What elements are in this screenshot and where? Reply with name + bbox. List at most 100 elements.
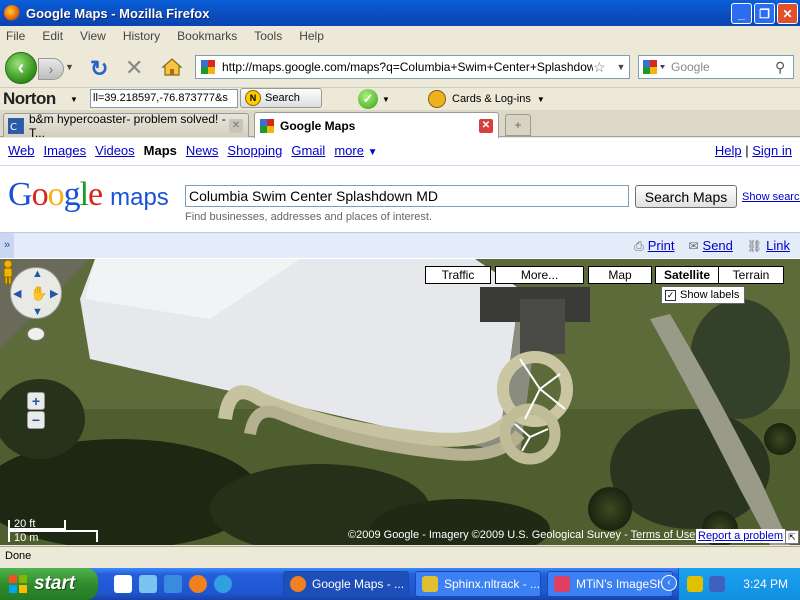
- maximize-button[interactable]: ❐: [754, 3, 775, 24]
- gbar-shopping[interactable]: Shopping: [227, 143, 282, 158]
- collapse-panel-icon[interactable]: »: [0, 233, 14, 258]
- menu-bookmarks[interactable]: Bookmarks: [177, 29, 237, 43]
- link-action[interactable]: ⛓ Link: [747, 238, 790, 254]
- messenger-icon[interactable]: [139, 575, 157, 593]
- back-button[interactable]: ‹: [5, 52, 37, 84]
- menu-tools[interactable]: Tools: [254, 29, 282, 43]
- start-button[interactable]: start: [0, 568, 98, 600]
- norton-search-input[interactable]: ll=39.218597,-76.873777&s: [90, 89, 238, 108]
- tab-google-maps[interactable]: Google Maps ✕: [254, 112, 499, 138]
- new-tab-button[interactable]: +: [505, 114, 531, 136]
- gbar-videos[interactable]: Videos: [95, 143, 135, 158]
- pegman-icon[interactable]: [0, 259, 16, 285]
- link-link[interactable]: Link: [766, 238, 790, 253]
- print-action[interactable]: ⎙ Print: [634, 238, 674, 254]
- network-tray-icon[interactable]: [709, 576, 725, 592]
- gbar-web[interactable]: Web: [8, 143, 35, 158]
- help-icon[interactable]: [114, 575, 132, 593]
- search-bar[interactable]: Google ⚲: [638, 55, 794, 79]
- url-text[interactable]: http://maps.google.com/maps?q=Columbia+S…: [222, 60, 593, 74]
- reload-icon[interactable]: ↻: [90, 56, 108, 82]
- norton-tray-icon[interactable]: [687, 576, 703, 592]
- minimize-button[interactable]: _: [731, 3, 752, 24]
- home-icon[interactable]: [160, 55, 184, 79]
- close-button[interactable]: ✕: [777, 3, 798, 24]
- norton-search-button[interactable]: N Search: [240, 88, 322, 108]
- tray-expand-icon[interactable]: ‹: [661, 575, 677, 591]
- norton-logo[interactable]: Norton: [3, 89, 56, 109]
- send-link[interactable]: Send: [703, 238, 733, 253]
- bookmark-star-icon[interactable]: ☆: [593, 59, 613, 76]
- reset-view-icon[interactable]: [27, 327, 45, 341]
- menu-help[interactable]: Help: [299, 29, 324, 43]
- gbar-news[interactable]: News: [186, 143, 219, 158]
- send-action[interactable]: ✉ Send: [688, 238, 732, 254]
- safe-web-dropdown-icon[interactable]: ▼: [382, 95, 390, 104]
- address-bar[interactable]: http://maps.google.com/maps?q=Columbia+S…: [195, 55, 630, 79]
- tab-label: b&m hypercoaster- problem solved! - T...: [28, 111, 226, 140]
- ie-icon[interactable]: [164, 575, 182, 593]
- windows-taskbar: start Google Maps - ... Sphinx.nltrack -…: [0, 568, 800, 600]
- tab-close-icon[interactable]: ✕: [229, 118, 243, 133]
- overview-toggle-icon[interactable]: ⇱: [785, 530, 799, 544]
- history-dropdown-icon[interactable]: ▼: [65, 62, 74, 72]
- pan-up-icon[interactable]: ▲: [32, 268, 43, 280]
- firefox-launch-icon[interactable]: [189, 575, 207, 593]
- pan-control[interactable]: ▲ ▼ ◀ ▶ ✋: [10, 267, 62, 319]
- map-copyright: ©2009 Google - Imagery ©2009 U.S. Geolog…: [348, 529, 695, 541]
- menu-edit[interactable]: Edit: [42, 29, 63, 43]
- search-input[interactable]: Google: [667, 60, 775, 74]
- taskbar-item-imageshack[interactable]: MTiN's ImageSh...: [547, 571, 673, 597]
- pan-down-icon[interactable]: ▼: [32, 306, 43, 318]
- search-engine-icon[interactable]: [641, 57, 667, 77]
- search-maps-button[interactable]: Search Maps: [635, 185, 737, 208]
- chevron-down-icon: ▼: [367, 147, 378, 158]
- pan-left-icon[interactable]: ◀: [13, 287, 21, 300]
- sign-in-link[interactable]: Sign in: [752, 143, 792, 158]
- cards-logins-button[interactable]: Cards & Log-ins ▼: [428, 90, 545, 108]
- gbar-images[interactable]: Images: [44, 143, 87, 158]
- help-link[interactable]: Help: [715, 143, 742, 158]
- more-button[interactable]: More...: [495, 266, 584, 284]
- url-dropdown-icon[interactable]: ▼: [613, 62, 629, 72]
- search-hint: Find businesses, addresses and places of…: [185, 211, 433, 223]
- tab-hypercoaster[interactable]: C b&m hypercoaster- problem solved! - T.…: [3, 111, 249, 140]
- print-link[interactable]: Print: [648, 238, 675, 253]
- map-type-terrain-button[interactable]: Terrain: [718, 266, 784, 284]
- show-labels-checkbox[interactable]: ✓ Show labels: [661, 286, 745, 304]
- checkbox-checked-icon[interactable]: ✓: [665, 289, 676, 301]
- norton-dropdown-icon[interactable]: ▼: [70, 95, 78, 104]
- forward-button[interactable]: ›: [38, 58, 64, 80]
- gbar-more-label[interactable]: more: [334, 143, 364, 158]
- google-maps-logo[interactable]: Google maps: [8, 176, 169, 214]
- pan-right-icon[interactable]: ▶: [50, 287, 58, 300]
- action-bar: » ⎙ Print ✉ Send ⛓ Link: [0, 232, 800, 258]
- menu-file[interactable]: File: [6, 29, 25, 43]
- safe-web-check-icon[interactable]: ✓: [358, 89, 378, 109]
- taskbar-item-sphinx[interactable]: Sphinx.nltrack - ...: [415, 571, 541, 597]
- hand-icon[interactable]: ✋: [30, 285, 47, 302]
- divider: [0, 165, 800, 166]
- maps-search-input[interactable]: [185, 185, 629, 207]
- taskbar-item-google-maps[interactable]: Google Maps - ...: [283, 571, 409, 597]
- chain-link-icon: ⛓: [746, 239, 763, 253]
- app-launch-icon[interactable]: [214, 575, 232, 593]
- report-problem-link[interactable]: Report a problem: [696, 529, 785, 543]
- map-type-map-button[interactable]: Map: [588, 266, 652, 284]
- satellite-map[interactable]: Traffic More... Map Satellite Terrain ✓ …: [0, 259, 800, 545]
- menu-view[interactable]: View: [80, 29, 106, 43]
- zoom-in-button[interactable]: +: [27, 392, 45, 410]
- terms-of-use-link[interactable]: Terms of Use: [631, 529, 696, 541]
- google-nav-bar: Web Images Videos Maps News Shopping Gma…: [8, 143, 377, 158]
- search-icon[interactable]: ⚲: [775, 59, 793, 76]
- show-search-options-link[interactable]: Show search options: [742, 191, 800, 203]
- norton-toolbar: Norton ▼ ll=39.218597,-76.873777&s N Sea…: [0, 87, 800, 109]
- gbar-gmail[interactable]: Gmail: [291, 143, 325, 158]
- gbar-more[interactable]: more ▼: [334, 143, 377, 158]
- zoom-out-button[interactable]: −: [27, 411, 45, 429]
- tab-close-icon[interactable]: ✕: [479, 118, 493, 133]
- stop-icon[interactable]: ✕: [125, 55, 143, 81]
- map-type-satellite-button[interactable]: Satellite: [655, 266, 719, 284]
- menu-history[interactable]: History: [123, 29, 160, 43]
- traffic-button[interactable]: Traffic: [425, 266, 491, 284]
